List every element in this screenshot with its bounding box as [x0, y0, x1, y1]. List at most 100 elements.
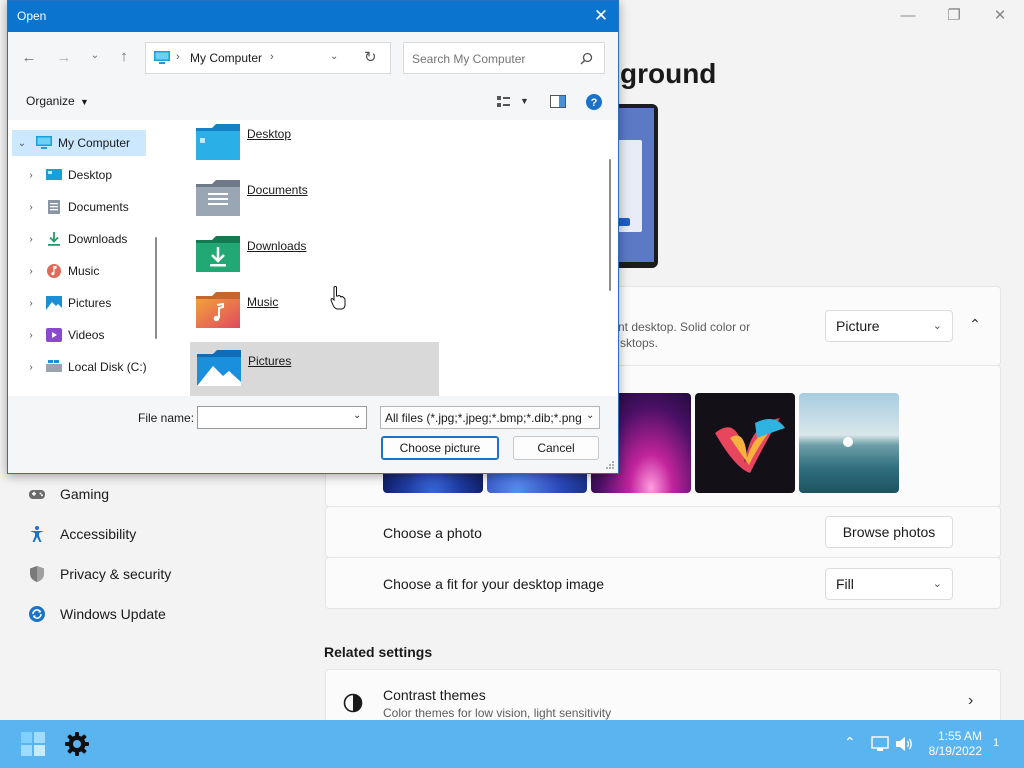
pictures-icon: [46, 296, 62, 310]
tree-item-label: Downloads: [68, 232, 128, 246]
tree-item-downloads[interactable]: › Downloads: [8, 226, 148, 252]
recent-image-4[interactable]: [695, 393, 795, 493]
organize-menu[interactable]: Organize ▼: [26, 94, 89, 108]
tree-item-documents[interactable]: › Documents: [8, 194, 148, 220]
nav-item-label: Gaming: [60, 486, 110, 502]
expanded-chevron-icon[interactable]: ⌄: [12, 138, 32, 149]
folder-desktop[interactable]: Desktop: [189, 120, 439, 170]
choose-photo-label: Choose a photo: [383, 525, 482, 541]
tree-item-label: Local Disk (C:): [68, 360, 147, 374]
accessibility-icon: [30, 526, 44, 542]
svg-text:?: ?: [591, 97, 598, 109]
downloads-folder-icon: [196, 236, 240, 272]
file-type-dropdown[interactable]: All files (*.jpg;*.jpeg;*.bmp;*.dib;*.pn…: [380, 406, 600, 429]
tree-item-local-disk[interactable]: › Local Disk (C:): [8, 354, 148, 380]
nav-item-windows-update[interactable]: Windows Update: [28, 602, 166, 626]
restore-button[interactable]: ❐: [932, 5, 976, 27]
search-box[interactable]: [403, 42, 605, 74]
tree-item-desktop[interactable]: › Desktop: [8, 162, 148, 188]
up-arrow-icon[interactable]: ↑: [113, 48, 135, 65]
search-icon[interactable]: [580, 52, 593, 65]
folder-pictures[interactable]: Pictures: [190, 342, 439, 396]
resize-grip-icon[interactable]: [605, 460, 615, 470]
tree-item-label: Music: [68, 264, 100, 278]
computer-icon: [36, 136, 52, 149]
view-options-caret-icon[interactable]: ▼: [520, 96, 529, 106]
preview-pane-icon[interactable]: [550, 95, 566, 108]
clock[interactable]: 1:55 AM 8/19/2022: [920, 729, 982, 759]
volume-icon[interactable]: [895, 736, 913, 752]
chevron-right-icon[interactable]: ›: [24, 202, 38, 213]
windows-start-icon[interactable]: [21, 732, 45, 756]
music-folder-icon: [196, 292, 240, 328]
address-history-chevron-icon[interactable]: ⌄: [330, 51, 338, 62]
tree-item-pictures[interactable]: › Pictures: [8, 290, 148, 316]
breadcrumb-chevron-icon[interactable]: ›: [270, 51, 274, 63]
recent-image-5[interactable]: [799, 393, 899, 493]
nav-item-gaming[interactable]: Gaming: [28, 482, 109, 506]
update-icon: [29, 606, 45, 622]
folder-downloads[interactable]: Downloads: [189, 232, 439, 282]
folder-label: Documents: [247, 183, 308, 197]
chevron-down-icon: ⌄: [932, 578, 942, 590]
documents-folder-icon: [196, 180, 240, 216]
chevron-right-icon[interactable]: ›: [24, 234, 38, 245]
collapse-chevron-icon[interactable]: ⌃: [964, 316, 986, 336]
chevron-right-icon: ›: [968, 692, 974, 709]
abstract-art-icon: [715, 418, 785, 473]
taskbar: ⌃ 1:55 AM 8/19/2022 1: [0, 720, 1024, 768]
forward-arrow-icon[interactable]: →: [53, 49, 75, 66]
nav-item-accessibility[interactable]: Accessibility: [28, 522, 136, 546]
search-input[interactable]: [410, 49, 574, 69]
back-arrow-icon[interactable]: ←: [18, 49, 40, 66]
choose-picture-button[interactable]: Choose picture: [381, 436, 499, 460]
file-name-dropdown-icon[interactable]: ⌄: [353, 410, 361, 421]
chevron-up-icon[interactable]: ⌃: [844, 734, 856, 751]
fit-value: Fill: [836, 576, 854, 592]
hand-cursor-icon: [330, 286, 346, 310]
tree-item-videos[interactable]: › Videos: [8, 322, 148, 348]
chevron-right-icon[interactable]: ›: [24, 362, 38, 373]
file-list-scrollbar[interactable]: [609, 159, 611, 291]
chevron-right-icon[interactable]: ›: [24, 266, 38, 277]
browse-photos-button[interactable]: Browse photos: [825, 516, 953, 548]
fit-dropdown[interactable]: Fill ⌄: [825, 568, 953, 600]
tree-item-music[interactable]: › Music: [8, 258, 148, 284]
clock-time: 1:55 AM: [937, 729, 982, 743]
chevron-right-icon[interactable]: ›: [24, 298, 38, 309]
organize-label: Organize: [26, 94, 75, 108]
minimize-button[interactable]: —: [886, 5, 930, 27]
clock-date: 8/19/2022: [928, 744, 982, 758]
contrast-themes-desc: Color themes for low vision, light sensi…: [383, 706, 612, 720]
background-type-dropdown[interactable]: Picture ⌄: [825, 310, 953, 342]
pictures-folder-icon: [197, 350, 241, 386]
folder-documents[interactable]: Documents: [189, 176, 439, 226]
navigation-pane: ⌄ My Computer › Desktop › Documents › Do…: [8, 120, 164, 396]
view-options-icon[interactable]: [497, 96, 511, 108]
refresh-icon[interactable]: ↻: [364, 48, 377, 66]
address-bar[interactable]: › My Computer › ⌄ ↻: [145, 42, 391, 74]
chevron-right-icon[interactable]: ›: [24, 330, 38, 341]
file-name-label: File name:: [138, 411, 195, 425]
shield-icon: [30, 566, 44, 582]
documents-icon: [48, 200, 60, 214]
nav-item-privacy-security[interactable]: Privacy & security: [28, 562, 171, 586]
related-settings-title: Related settings: [324, 644, 433, 660]
folder-label: Downloads: [247, 239, 307, 253]
chevron-right-icon[interactable]: ›: [24, 170, 38, 181]
dialog-titlebar[interactable]: [8, 1, 618, 32]
address-location[interactable]: My Computer: [190, 51, 262, 65]
close-button[interactable]: ✕: [978, 5, 1022, 27]
file-name-combobox[interactable]: ⌄: [197, 406, 367, 429]
network-icon[interactable]: [871, 736, 889, 752]
help-icon[interactable]: ?: [586, 94, 602, 110]
folder-music[interactable]: Music: [189, 288, 439, 338]
tree-item-label: Documents: [68, 200, 129, 214]
recent-locations-chevron-icon[interactable]: ⌄: [84, 50, 106, 61]
cancel-button[interactable]: Cancel: [513, 436, 599, 460]
notification-count[interactable]: 1: [993, 737, 999, 749]
dialog-close-button[interactable]: ✕: [586, 5, 616, 27]
settings-gear-icon[interactable]: [64, 731, 90, 757]
navigation-pane-scrollbar[interactable]: [155, 237, 157, 339]
tree-item-my-computer[interactable]: ⌄ My Computer: [12, 130, 146, 156]
